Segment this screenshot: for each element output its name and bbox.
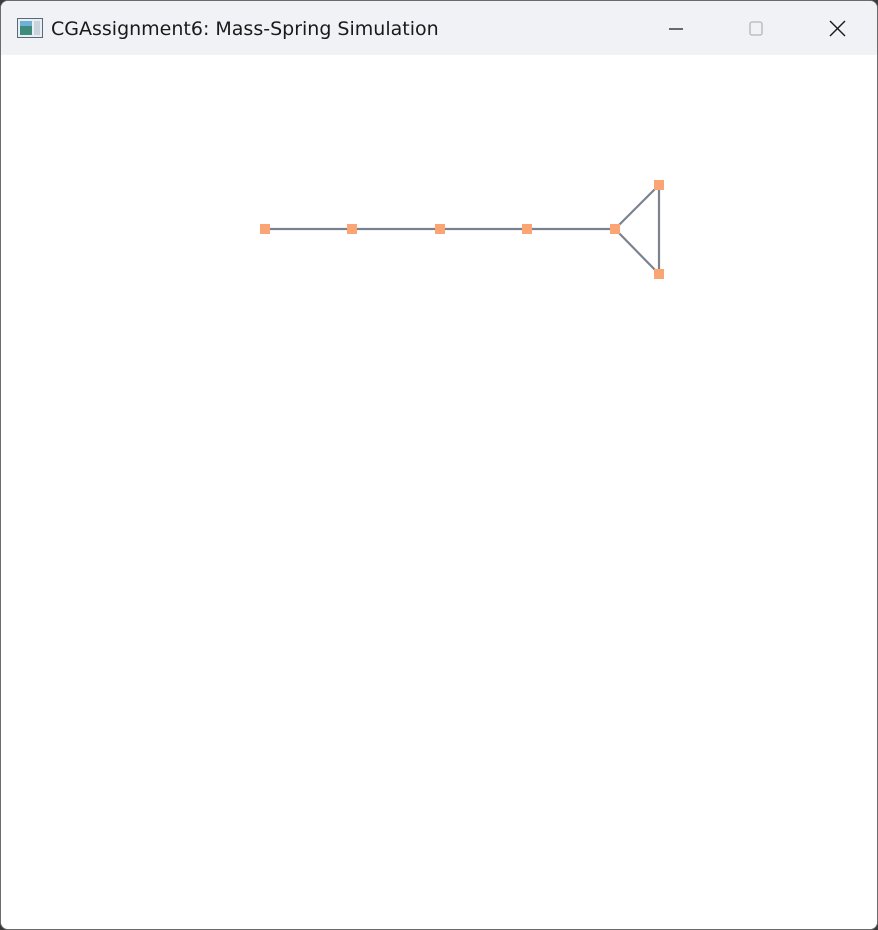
close-icon — [829, 20, 846, 37]
title-bar[interactable]: CGAssignment6: Mass-Spring Simulation — [1, 1, 877, 55]
mass-point[interactable] — [347, 224, 357, 234]
mass-point[interactable] — [654, 269, 664, 279]
spring — [613, 227, 661, 276]
maximize-button[interactable] — [720, 1, 792, 55]
app-window: CGAssignment6: Mass-Spring Simulation — [0, 0, 878, 930]
mass-spring-scene — [260, 180, 664, 279]
app-window-icon — [17, 18, 43, 38]
mass-point[interactable] — [435, 224, 445, 234]
minimize-button[interactable] — [640, 1, 712, 55]
spring — [613, 183, 661, 231]
simulation-canvas[interactable] — [1, 55, 877, 929]
window-title: CGAssignment6: Mass-Spring Simulation — [51, 18, 439, 40]
maximize-icon — [749, 21, 763, 36]
mass-point[interactable] — [260, 224, 270, 234]
mass-point[interactable] — [610, 224, 620, 234]
minimize-icon — [669, 28, 683, 30]
mass-point[interactable] — [654, 180, 664, 190]
mass-point[interactable] — [522, 224, 532, 234]
close-button[interactable] — [801, 1, 873, 55]
